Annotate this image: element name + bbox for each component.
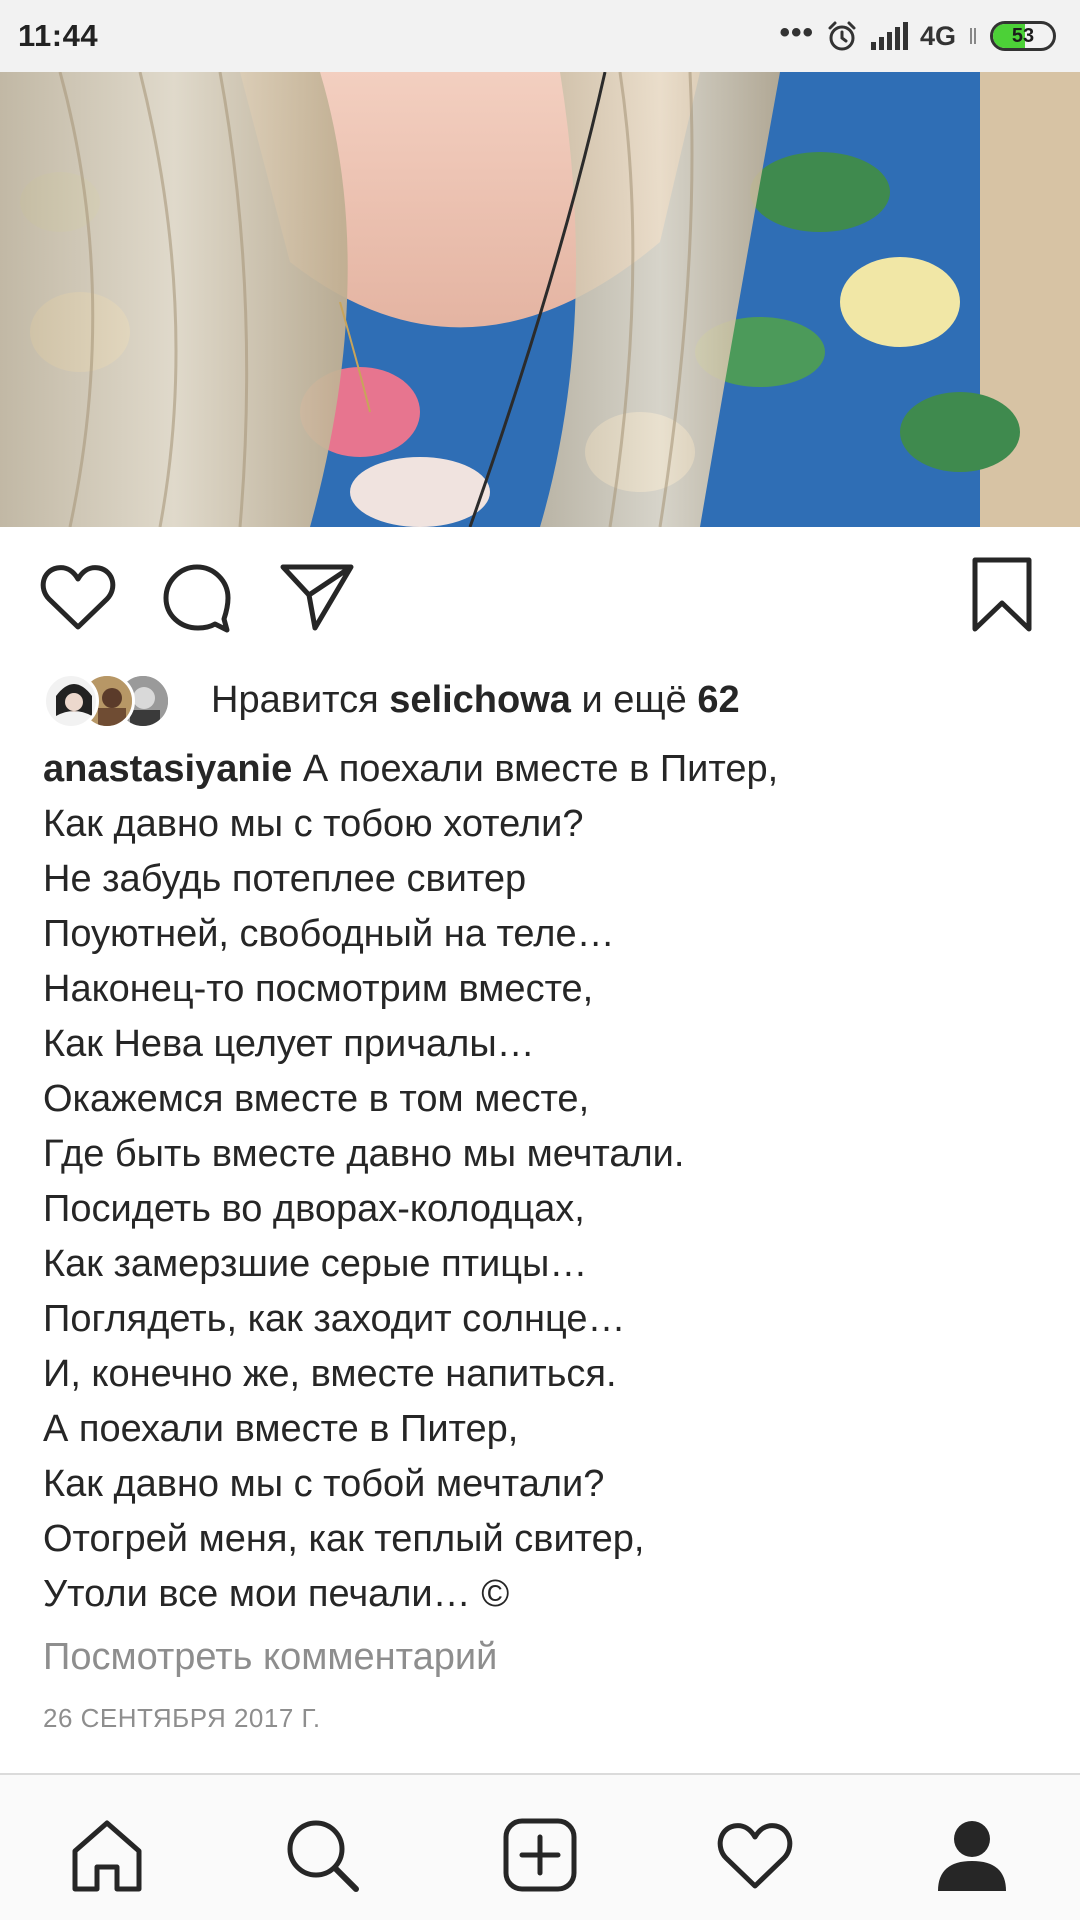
likes-summary[interactable]: Нравится selichowa и ещё 62 xyxy=(211,679,740,722)
bottom-nav xyxy=(0,1773,1080,1920)
caption-line: Не забудь потеплее свитер xyxy=(43,858,527,900)
data-arrows-icon xyxy=(970,28,976,44)
heart-icon[interactable] xyxy=(40,563,116,631)
caption-line: А поехали вместе в Питер, xyxy=(43,1408,519,1450)
status-time: 11:44 xyxy=(18,18,99,53)
search-icon xyxy=(287,1820,359,1892)
caption-line: Как давно мы с тобою хотели? xyxy=(43,803,584,845)
caption-line: Как давно мы с тобой мечтали? xyxy=(43,1463,605,1505)
alarm-icon xyxy=(828,21,856,51)
add-post-icon xyxy=(503,1818,577,1892)
nav-activity[interactable] xyxy=(713,1813,797,1897)
network-type: 4G xyxy=(919,20,956,51)
caption-first-line: anastasiyanie А поехали вместе в Питер, xyxy=(43,742,1043,797)
likes-middle: и ещё xyxy=(581,678,687,721)
post-image[interactable] xyxy=(0,72,1080,527)
caption-line: Поуютней, свободный на теле… xyxy=(43,913,615,955)
caption-line: Как Нева целует причалы… xyxy=(43,1023,535,1065)
caption-line: Окажемся вместе в том месте, xyxy=(43,1078,590,1120)
post-actions xyxy=(0,527,1080,667)
likes-count[interactable]: 62 xyxy=(697,679,739,721)
caption-username[interactable]: anastasiyanie xyxy=(43,748,292,790)
notification-dots: ••• xyxy=(779,16,814,49)
likes-row[interactable]: Нравится selichowa и ещё 62 xyxy=(43,665,740,735)
caption-line: Как замерзшие серые птицы… xyxy=(43,1243,588,1285)
nav-profile[interactable] xyxy=(930,1813,1014,1897)
nav-home[interactable] xyxy=(65,1813,149,1897)
view-comments-link[interactable]: Посмотреть комментарий xyxy=(43,1636,497,1679)
liker-avatars xyxy=(43,670,183,730)
send-icon[interactable] xyxy=(280,563,354,631)
caption-line: И, конечно же, вместе напиться. xyxy=(43,1353,617,1395)
post-caption: anastasiyanie А поехали вместе в Питер, … xyxy=(43,742,1043,1622)
status-bar: 11:44 ••• 4G 53 xyxy=(0,0,1080,72)
caption-line: Отогрей меня, как теплый свитер, xyxy=(43,1518,645,1560)
comment-icon[interactable] xyxy=(162,563,232,633)
post-photo xyxy=(0,72,1080,527)
caption-line: Наконец-то посмотрим вместе, xyxy=(43,968,594,1010)
post-date: 26 СЕНТЯБРЯ 2017 Г. xyxy=(43,1703,321,1733)
signal-icon xyxy=(870,22,908,50)
battery-icon: 53 xyxy=(990,21,1056,51)
profile-icon xyxy=(938,1821,1006,1891)
caption-line: Где быть вместе давно мы мечтали. xyxy=(43,1133,685,1175)
liker-username[interactable]: selichowa xyxy=(389,679,571,721)
nav-add-post[interactable] xyxy=(498,1813,582,1897)
avatar xyxy=(43,673,99,729)
battery-level: 53 xyxy=(1011,24,1035,47)
caption-line: Утоли все мои печали… © xyxy=(43,1573,510,1615)
caption-lines: Как давно мы с тобою хотели? Не забудь по… xyxy=(43,797,1043,1622)
activity-icon xyxy=(717,1823,793,1889)
caption-line: Поглядеть, как заходит солнце… xyxy=(43,1298,626,1340)
caption-text: А поехали вместе в Питер, xyxy=(302,748,779,790)
bookmark-icon[interactable] xyxy=(970,557,1034,633)
home-icon xyxy=(72,1820,142,1892)
nav-search[interactable] xyxy=(280,1813,364,1897)
likes-prefix: Нравится xyxy=(211,678,379,721)
status-icons: ••• 4G 53 xyxy=(779,16,1056,52)
caption-line: Посидеть во дворах-колодцах, xyxy=(43,1188,585,1230)
